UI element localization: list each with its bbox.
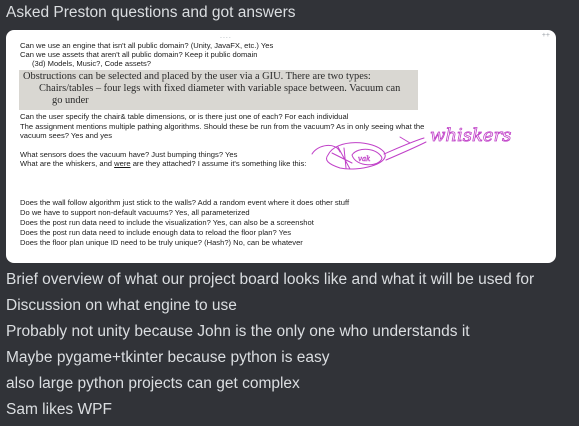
message-line-large-python: also large python projects can get compl… bbox=[6, 375, 300, 392]
message-line-not-unity: Probably not unity because John is the o… bbox=[6, 323, 470, 340]
message-line-project-board: Brief overview of what our project board… bbox=[6, 271, 535, 288]
message-line-asked-preston: Asked Preston questions and got answers bbox=[6, 4, 296, 21]
whiskers-handwritten-label: whiskers bbox=[430, 125, 511, 146]
sketch-body-label: vak bbox=[358, 155, 370, 163]
whiskers-sketch: vak whiskers bbox=[311, 125, 512, 170]
message-line-sam-wpf: Sam likes WPF bbox=[6, 401, 112, 418]
image-attachment[interactable]: .... ++ Can we use an engine that isn't … bbox=[6, 30, 556, 263]
message-line-pygame: Maybe pygame+tkinter because python is e… bbox=[6, 349, 330, 366]
message-line-engine-discussion: Discussion on what engine to use bbox=[6, 297, 237, 314]
